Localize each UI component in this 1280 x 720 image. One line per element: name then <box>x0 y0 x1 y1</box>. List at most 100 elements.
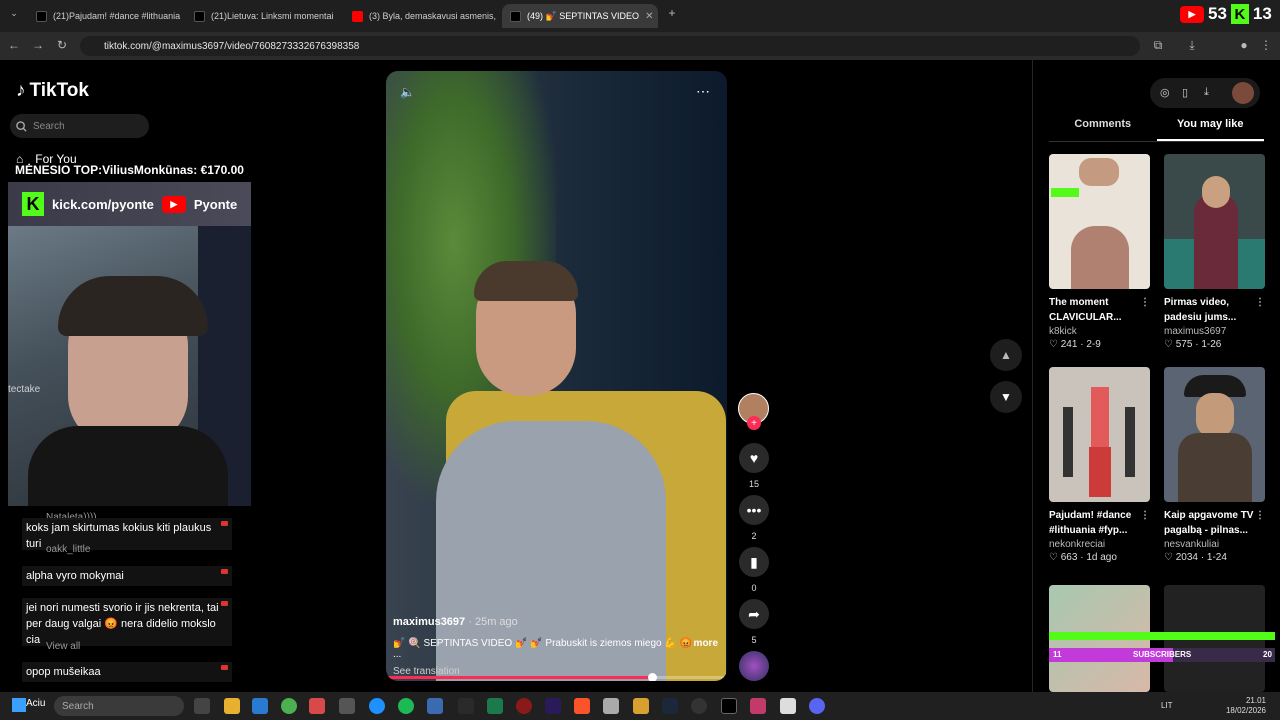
more-options-icon[interactable]: ⋮ <box>1255 508 1265 523</box>
card-age: 1-26 <box>1201 339 1222 350</box>
card-author[interactable]: k8kick <box>1049 326 1150 337</box>
app-icon[interactable] <box>487 698 503 714</box>
save-action[interactable]: ▮ 0 <box>738 547 770 593</box>
card-thumbnail[interactable] <box>1049 154 1150 289</box>
recommended-card[interactable]: Pirmas video, padesiu jums... ⋮ maximus3… <box>1164 154 1265 350</box>
share-action[interactable]: ➦ 5 <box>738 599 770 645</box>
share-icon[interactable]: ➦ <box>739 599 769 629</box>
taskbar-search[interactable]: Search <box>54 696 184 716</box>
bookmark-icon[interactable]: ▮ <box>739 547 769 577</box>
extensions-icon[interactable]: ⧉ <box>1150 38 1166 53</box>
video-progress-bar[interactable] <box>386 673 727 681</box>
caption-more-button[interactable]: more <box>694 638 718 660</box>
card-author[interactable]: nekonkreciai <box>1049 539 1150 550</box>
more-options-icon[interactable]: ⋮ <box>1140 295 1150 310</box>
video-author-line: maximus3697 · 25m ago <box>393 616 718 628</box>
obs-icon[interactable] <box>691 698 707 714</box>
start-label: Aciu <box>26 698 46 709</box>
app-icon[interactable] <box>780 698 796 714</box>
tab-label: (21)Pajudam! #dance #lithuania <box>53 11 181 21</box>
compass-icon[interactable]: ◎ <box>1160 86 1170 99</box>
card-title: Pajudam! #dance #lithuania #fyp... <box>1049 510 1132 536</box>
like-action[interactable]: ♥ 15 <box>738 443 770 489</box>
kick-icon <box>1051 188 1079 197</box>
task-view-icon[interactable] <box>194 698 210 714</box>
download-icon[interactable]: ⤓ <box>1184 38 1200 53</box>
heart-icon[interactable]: ♥ <box>739 443 769 473</box>
phone-icon[interactable]: ▯ <box>1182 86 1188 99</box>
app-icon[interactable] <box>516 698 532 714</box>
card-thumbnail[interactable] <box>1049 367 1150 502</box>
app-icon[interactable] <box>633 698 649 714</box>
comment-action[interactable]: ••• 2 <box>738 495 770 541</box>
thumbnail-person <box>1194 194 1238 289</box>
previous-video-button[interactable]: ▲ <box>990 339 1022 371</box>
forward-icon[interactable]: → <box>30 38 46 52</box>
card-thumbnail[interactable] <box>1164 367 1265 502</box>
comment-icon[interactable]: ••• <box>739 495 769 525</box>
more-options-icon[interactable]: ⋮ <box>1140 508 1150 523</box>
system-clock[interactable]: 21.01 18/02/2026 <box>1226 696 1266 716</box>
search-input[interactable]: Search <box>10 114 149 138</box>
card-author[interactable]: nesvankuliai <box>1164 539 1265 550</box>
new-tab-icon[interactable]: + <box>664 6 680 20</box>
app-icon[interactable] <box>309 698 325 714</box>
more-options-icon[interactable]: ⋮ <box>1255 295 1265 310</box>
video-player[interactable]: 🔈 ⋯ maximus3697 · 25m ago 💅 🍭 SEPTINTAS … <box>386 71 727 681</box>
tab-label: (49) 💅 SEPTINTAS VIDEO <box>527 10 640 21</box>
close-icon[interactable]: ✕ <box>645 11 653 22</box>
thumbnail-dancer-3 <box>1125 407 1135 477</box>
premiere-icon[interactable] <box>545 698 561 714</box>
music-disc-icon[interactable] <box>739 651 769 681</box>
discord-icon[interactable] <box>809 698 825 714</box>
steam-icon[interactable] <box>662 698 678 714</box>
download-icon[interactable]: ⤓ <box>1204 86 1209 99</box>
tab-list-icon[interactable]: ⌄ <box>6 8 22 19</box>
app-icon[interactable] <box>458 698 474 714</box>
volume-icon[interactable]: 🔈 <box>400 85 415 99</box>
recommended-card[interactable]: Pajudam! #dance #lithuania #fyp... ⋮ nek… <box>1049 367 1150 563</box>
youtube-icon: ▶ <box>161 195 186 213</box>
windows-start-icon[interactable] <box>12 698 26 712</box>
recommended-card[interactable]: Kaip apgavome TV pagalbą - pilnas... ⋮ n… <box>1164 367 1265 563</box>
menu-icon[interactable]: ⋮ <box>1258 38 1274 52</box>
tiktok-icon[interactable] <box>721 698 737 714</box>
card-thumbnail[interactable] <box>1164 154 1265 289</box>
view-all-link[interactable]: View all <box>46 641 80 652</box>
card-author[interactable]: maximus3697 <box>1164 326 1265 337</box>
next-video-button[interactable]: ▼ <box>990 381 1022 413</box>
edge-icon[interactable] <box>369 698 385 714</box>
spotify-icon[interactable] <box>398 698 414 714</box>
browser-tab-3[interactable]: (3) Byla, demaskavusi asmenis, ✕ <box>344 4 498 28</box>
chrome-icon[interactable] <box>281 698 297 714</box>
browser-tab-4[interactable]: (49) 💅 SEPTINTAS VIDEO ✕ <box>502 4 658 28</box>
photos-icon[interactable] <box>427 698 443 714</box>
brave-icon[interactable] <box>574 698 590 714</box>
follow-button[interactable]: + <box>747 416 761 430</box>
app-icon[interactable] <box>339 698 355 714</box>
user-avatar[interactable] <box>1232 82 1254 104</box>
chat-text: opop mušeikaa <box>26 666 101 678</box>
browser-tab-1[interactable]: (21)Pajudam! #dance #lithuania ✕ <box>28 4 182 28</box>
webcam-logo-text: tectake <box>8 384 41 395</box>
address-bar[interactable]: tiktok.com/@maximus3697/video/7608273332… <box>80 36 1140 56</box>
reload-icon[interactable]: ↻ <box>54 38 70 52</box>
app-icon[interactable] <box>750 698 766 714</box>
browser-tab-2[interactable]: (21)Lietuva: Linksmi momentai ✕ <box>186 4 340 28</box>
back-icon[interactable]: ← <box>6 38 22 52</box>
app-icon[interactable] <box>603 698 619 714</box>
video-progress-handle[interactable] <box>647 673 657 681</box>
subscribers-goal: 20 <box>1263 650 1272 659</box>
tiktok-logo[interactable]: ♪ TikTok <box>16 80 89 102</box>
profile-icon[interactable]: ● <box>1236 38 1252 52</box>
video-author[interactable]: maximus3697 <box>393 616 465 628</box>
tab-you-may-like[interactable]: You may like <box>1156 116 1264 141</box>
recommended-card[interactable]: The moment CLAVICULAR... ⋮ k8kick ♡ 241 … <box>1049 154 1150 350</box>
subscribers-label: SUBSCRIBERS <box>1133 650 1192 659</box>
language-indicator[interactable]: LIT <box>1161 701 1173 710</box>
heart-icon: ♡ <box>1164 552 1173 563</box>
file-explorer-icon[interactable] <box>224 698 240 714</box>
tab-comments[interactable]: Comments <box>1049 116 1157 141</box>
more-options-icon[interactable]: ⋯ <box>696 83 710 100</box>
store-icon[interactable] <box>252 698 268 714</box>
